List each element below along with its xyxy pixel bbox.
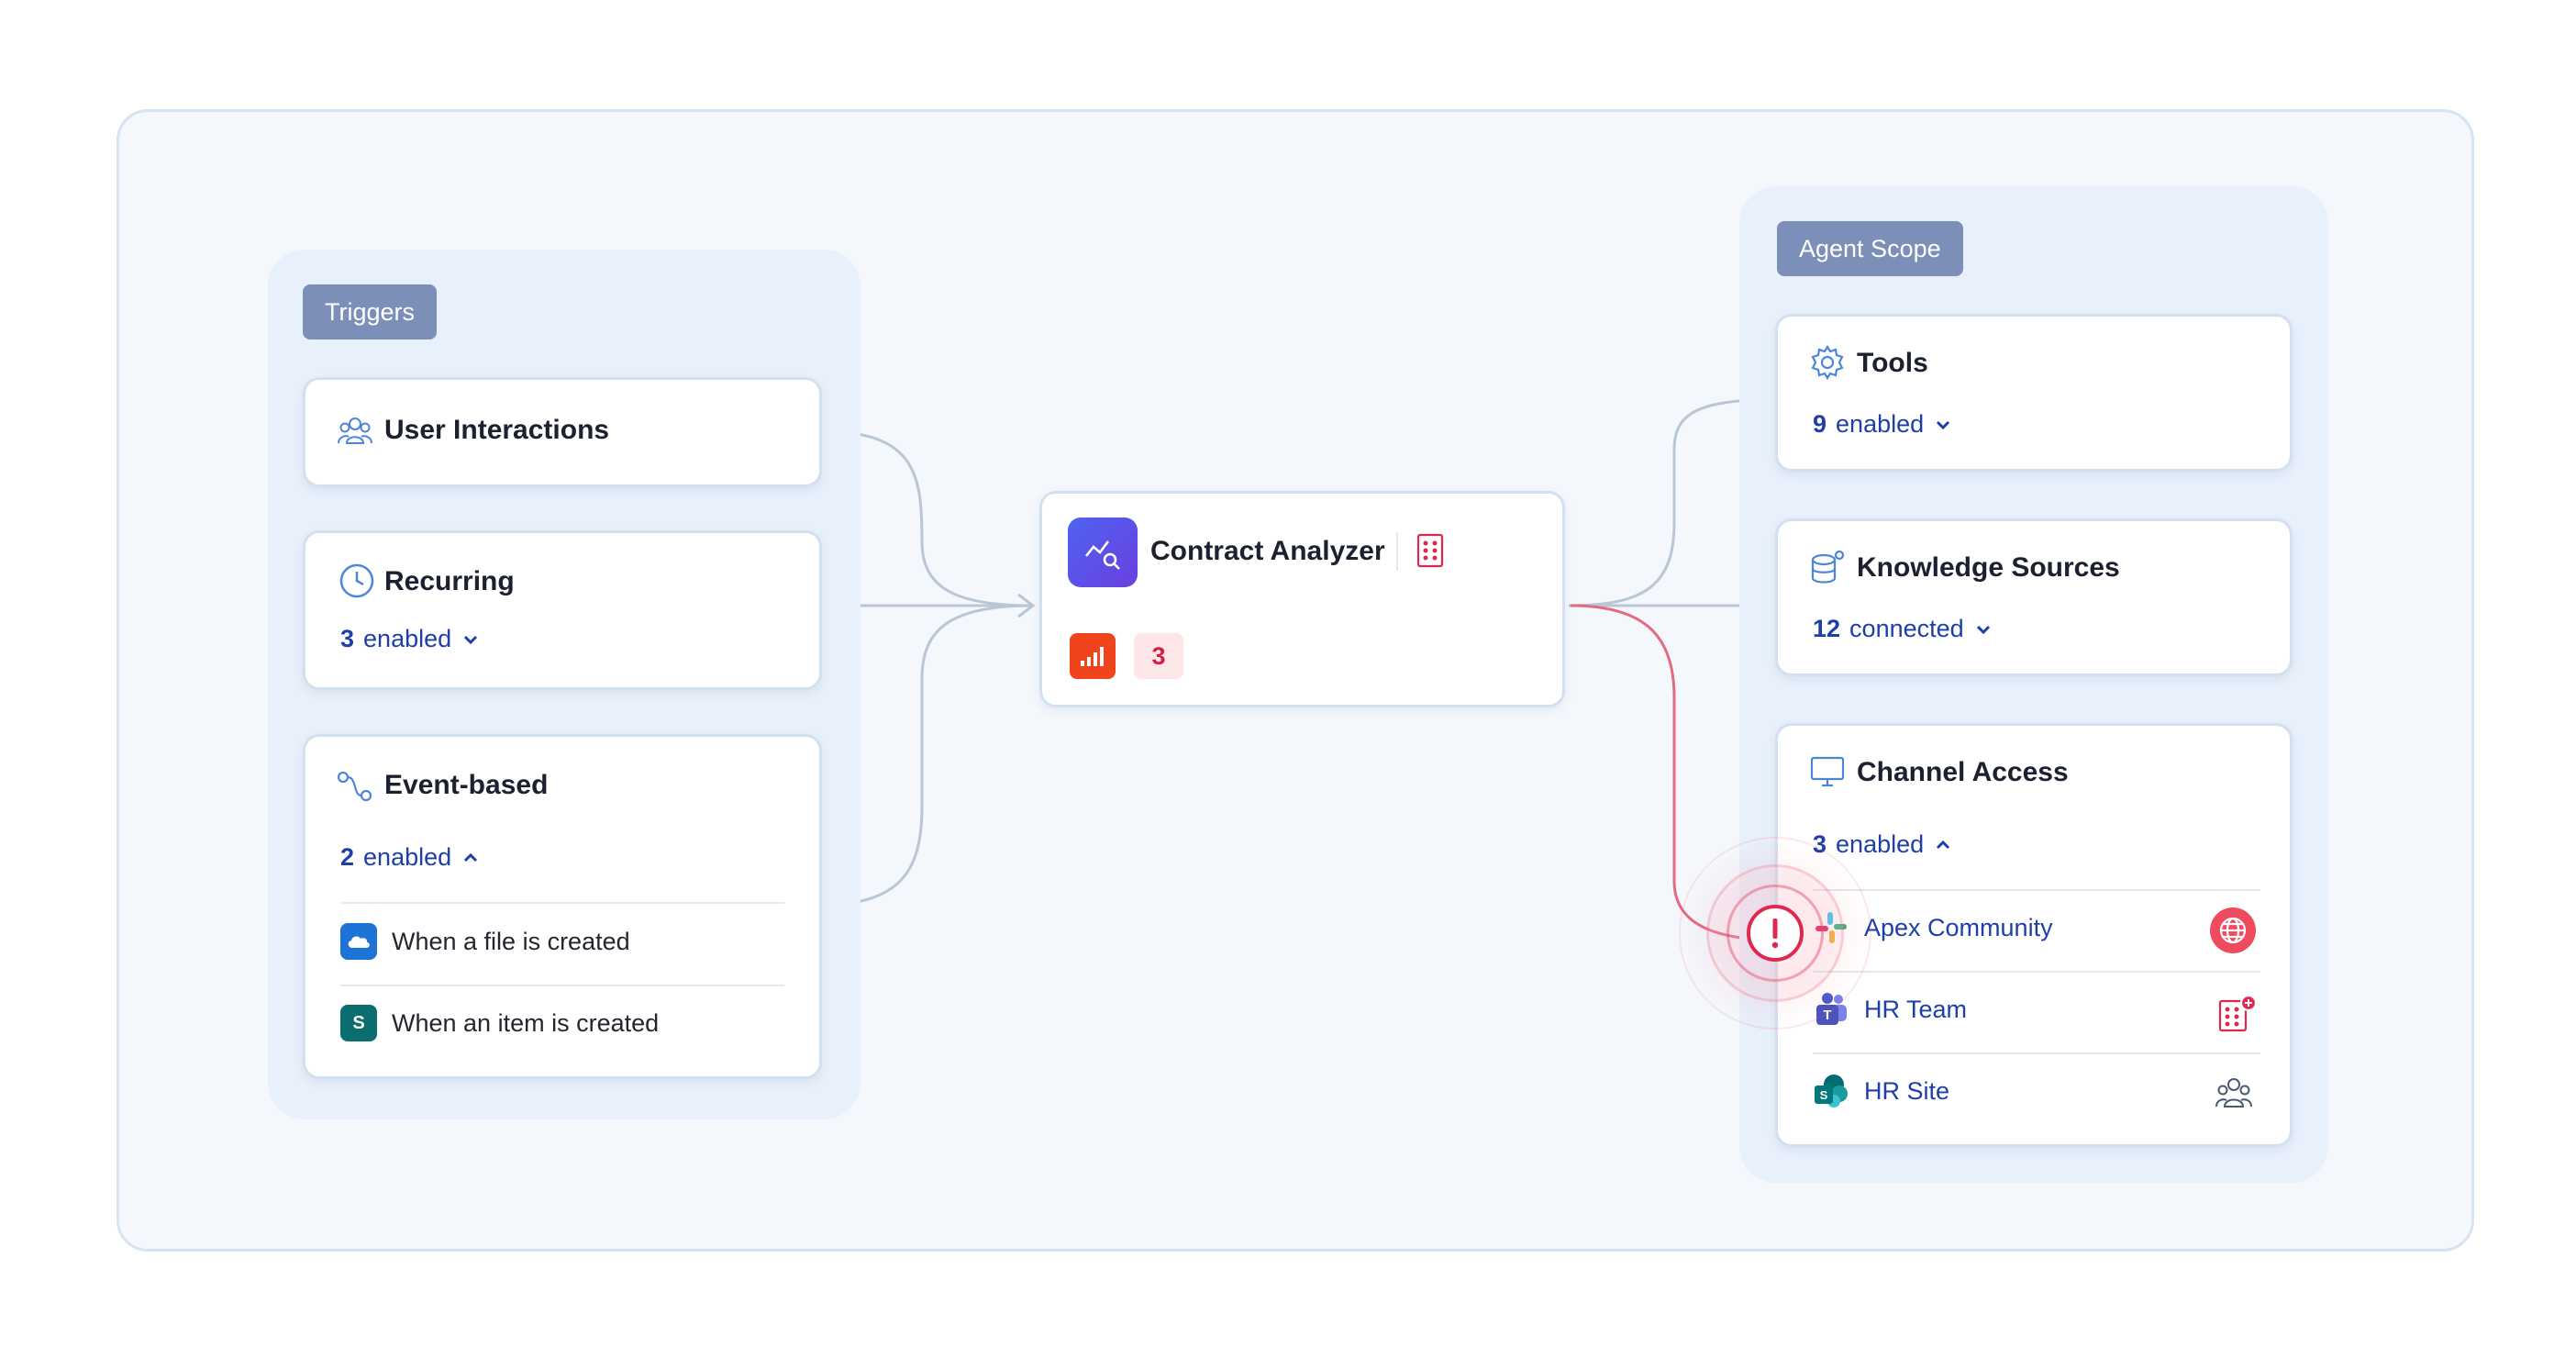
knowledge-count: 12 [1813, 615, 1841, 642]
tools-status-toggle[interactable]: 9 enabled [1813, 410, 1953, 439]
signal-bars-icon[interactable] [1070, 633, 1116, 679]
workflow-icon [337, 771, 372, 802]
channel-item-label: HR Site [1864, 1076, 1950, 1105]
chevron-down-icon [464, 635, 478, 644]
chevron-down-icon [1937, 420, 1950, 429]
globe-icon[interactable] [2209, 907, 2257, 954]
tools-status-label: enabled [1836, 410, 1925, 438]
channel-items-divider [1813, 1052, 2260, 1054]
event-based-card[interactable]: Event-based 2 enabled When a file is cre… [303, 734, 822, 1079]
recurring-card[interactable]: Recurring 3 enabled [303, 530, 822, 690]
event-item-item-created[interactable]: S When an item is created [340, 1005, 659, 1041]
channel-item-label: Apex Community [1864, 913, 2053, 941]
channel-items-divider [1813, 971, 2260, 973]
building-alert-icon[interactable] [2216, 994, 2259, 1034]
event-items-divider [340, 985, 784, 986]
tools-count: 9 [1813, 410, 1827, 438]
people-icon[interactable] [2215, 1075, 2253, 1112]
knowledge-status-label: connected [1849, 615, 1964, 642]
onedrive-icon [340, 923, 377, 960]
event-based-title: Event-based [384, 770, 549, 800]
building-icon[interactable] [1415, 532, 1446, 569]
svg-text:S: S [1820, 1088, 1828, 1102]
event-based-count: 2 [340, 843, 355, 871]
channel-item-label: HR Team [1864, 995, 1968, 1023]
agent-title-separator [1396, 532, 1398, 571]
triggers-label: Triggers [303, 284, 438, 340]
recurring-title: Recurring [384, 566, 515, 596]
issue-count-badge[interactable]: 3 [1134, 633, 1183, 679]
channel-access-title: Channel Access [1857, 757, 2069, 787]
alert-icon[interactable] [1746, 904, 1804, 963]
gear-icon [1811, 344, 1844, 381]
chevron-down-icon [1976, 625, 1990, 634]
chevron-up-icon [1937, 840, 1950, 849]
event-item-file-created[interactable]: When a file is created [340, 923, 630, 960]
agent-scope-label: Agent Scope [1777, 221, 1963, 276]
clock-icon [339, 563, 374, 598]
sharepoint-icon: S [1815, 1074, 1848, 1108]
channel-status-label: enabled [1836, 830, 1925, 858]
database-icon [1811, 550, 1845, 584]
channel-items-divider [1813, 889, 2260, 891]
event-item-label: When an item is created [392, 1008, 660, 1037]
recurring-count: 3 [340, 625, 355, 652]
recurring-status-label: enabled [363, 625, 452, 652]
agent-card[interactable]: Contract Analyzer 3 [1039, 491, 1565, 707]
recurring-status-toggle[interactable]: 3 enabled [340, 625, 481, 653]
monitor-icon [1810, 756, 1845, 787]
event-items-divider [340, 902, 784, 904]
event-based-status-label: enabled [363, 843, 452, 871]
event-item-label: When a file is created [392, 927, 630, 955]
users-icon [338, 417, 372, 444]
chevron-up-icon [464, 852, 478, 862]
channel-item-hr-site[interactable]: S HR Site [1813, 1073, 1949, 1109]
agent-name: Contract Analyzer [1150, 536, 1385, 566]
user-interactions-title: User Interactions [384, 415, 610, 445]
knowledge-sources-card[interactable]: Knowledge Sources 12 connected [1775, 518, 2293, 676]
analytics-search-icon [1068, 518, 1138, 587]
sharepoint-icon: S [340, 1005, 377, 1041]
channel-status-toggle[interactable]: 3 enabled [1813, 830, 1953, 859]
knowledge-status-toggle[interactable]: 12 connected [1813, 615, 1993, 643]
tools-title: Tools [1857, 348, 1928, 378]
tools-card[interactable]: Tools 9 enabled [1775, 314, 2293, 472]
user-interactions-card[interactable]: User Interactions [303, 377, 822, 487]
knowledge-sources-title: Knowledge Sources [1857, 552, 2120, 583]
event-based-status-toggle[interactable]: 2 enabled [340, 843, 481, 872]
